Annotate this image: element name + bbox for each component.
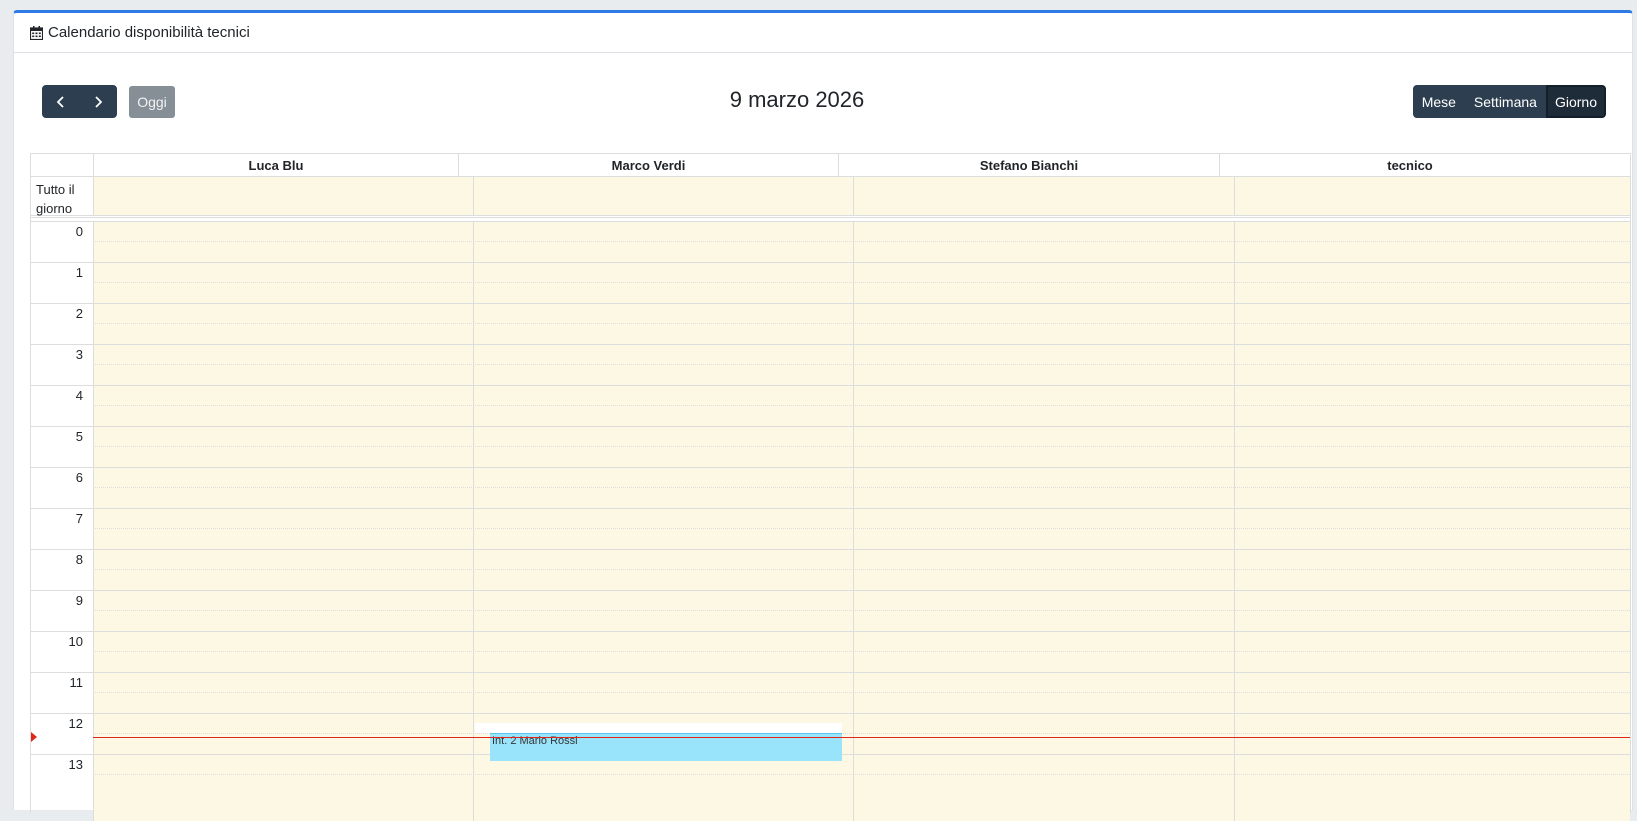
resource-column[interactable] bbox=[853, 221, 1234, 821]
page-title: Calendario disponibilità tecnici bbox=[48, 24, 250, 41]
hour-label: 13 bbox=[68, 757, 83, 772]
event-border bbox=[490, 733, 842, 734]
hour-divider bbox=[31, 549, 1630, 550]
resource-header: Luca Blu bbox=[93, 154, 458, 177]
half-hour-divider bbox=[93, 528, 1630, 529]
all-day-label: Tutto il giorno bbox=[36, 182, 75, 216]
hour-label: 7 bbox=[75, 511, 83, 526]
half-hour-divider bbox=[93, 323, 1630, 324]
hour-divider bbox=[31, 631, 1630, 632]
hour-label: 10 bbox=[68, 634, 83, 649]
all-day-slot[interactable] bbox=[93, 177, 473, 215]
hour-label: 8 bbox=[75, 552, 83, 567]
view-month-button[interactable]: Mese bbox=[1412, 85, 1465, 118]
resource-column[interactable] bbox=[1234, 221, 1630, 821]
hour-divider bbox=[31, 385, 1630, 386]
hour-label: 4 bbox=[75, 388, 83, 403]
hour-label: 1 bbox=[75, 265, 83, 280]
event-highlight bbox=[475, 723, 842, 733]
resource-header: Marco Verdi bbox=[458, 154, 838, 177]
half-hour-divider bbox=[93, 610, 1630, 611]
hour-divider bbox=[31, 344, 1630, 345]
hour-divider bbox=[31, 590, 1630, 591]
hour-label: 12 bbox=[68, 716, 83, 731]
date-title: 9 marzo 2026 bbox=[729, 87, 865, 112]
card-header: Calendario disponibilità tecnici bbox=[14, 13, 1632, 53]
all-day-row: Tutto il giorno bbox=[31, 177, 1630, 218]
all-day-slot[interactable] bbox=[473, 177, 853, 215]
hour-label: 11 bbox=[69, 675, 84, 690]
half-hour-divider bbox=[93, 487, 1630, 488]
now-indicator-line bbox=[93, 737, 1630, 738]
view-week-button[interactable]: Settimana bbox=[1464, 85, 1546, 118]
view-switcher: Mese Settimana Giorno bbox=[1412, 85, 1606, 118]
half-hour-divider bbox=[93, 569, 1630, 570]
resource-header: tecnico bbox=[1219, 154, 1600, 177]
half-hour-divider bbox=[93, 692, 1630, 693]
half-hour-divider bbox=[93, 774, 1630, 775]
hour-divider bbox=[31, 713, 1630, 714]
hour-divider bbox=[31, 426, 1630, 427]
calendar-card: Calendario disponibilità tecnici Oggi 9 … bbox=[13, 10, 1633, 821]
view-day-button[interactable]: Giorno bbox=[1545, 85, 1606, 118]
hour-label: 3 bbox=[75, 347, 83, 362]
hour-label: 9 bbox=[75, 593, 83, 608]
resource-header-row: Luca Blu Marco Verdi Stefano Bianchi tec… bbox=[31, 153, 1630, 177]
calendar-icon bbox=[30, 25, 43, 40]
all-day-slot[interactable] bbox=[853, 177, 1234, 215]
half-hour-divider bbox=[93, 446, 1630, 447]
half-hour-divider bbox=[93, 282, 1630, 283]
hour-divider bbox=[31, 221, 1630, 222]
now-indicator-arrow bbox=[31, 732, 37, 742]
hour-label: 6 bbox=[75, 470, 83, 485]
resource-column[interactable] bbox=[93, 221, 473, 821]
time-grid: 0 1 2 3 4 5 6 7 8 9 10 11 12 13 Int. 2 Mario Rossi bbox=[31, 221, 1630, 821]
resource-header: Stefano Bianchi bbox=[838, 154, 1219, 177]
hour-divider bbox=[31, 303, 1630, 304]
resource-day-grid: Luca Blu Marco Verdi Stefano Bianchi tec… bbox=[30, 153, 1631, 821]
hour-divider bbox=[31, 262, 1630, 263]
half-hour-divider bbox=[93, 733, 1630, 734]
all-day-slot[interactable] bbox=[1234, 177, 1630, 215]
half-hour-divider bbox=[93, 651, 1630, 652]
half-hour-divider bbox=[93, 241, 1630, 242]
hour-label: 2 bbox=[75, 306, 83, 321]
hour-divider bbox=[31, 672, 1630, 673]
half-hour-divider bbox=[93, 405, 1630, 406]
hour-divider bbox=[31, 508, 1630, 509]
hour-divider bbox=[31, 467, 1630, 468]
calendar-toolbar: Oggi 9 marzo 2026 Mese Settimana Giorno bbox=[14, 85, 1632, 119]
half-hour-divider bbox=[93, 364, 1630, 365]
hour-label: 0 bbox=[75, 224, 83, 239]
hour-label: 5 bbox=[75, 429, 83, 444]
